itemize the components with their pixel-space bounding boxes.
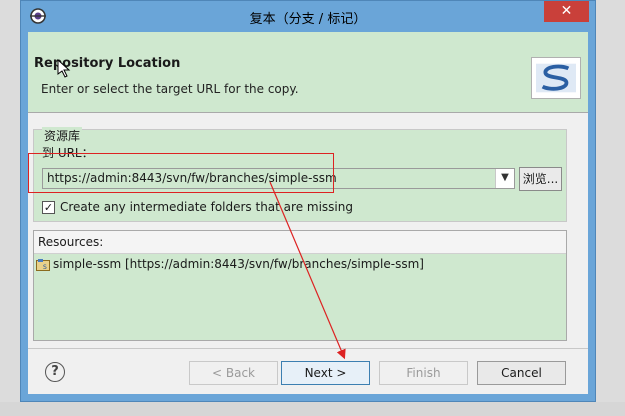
annotation-arrow-icon — [57, 58, 346, 360]
